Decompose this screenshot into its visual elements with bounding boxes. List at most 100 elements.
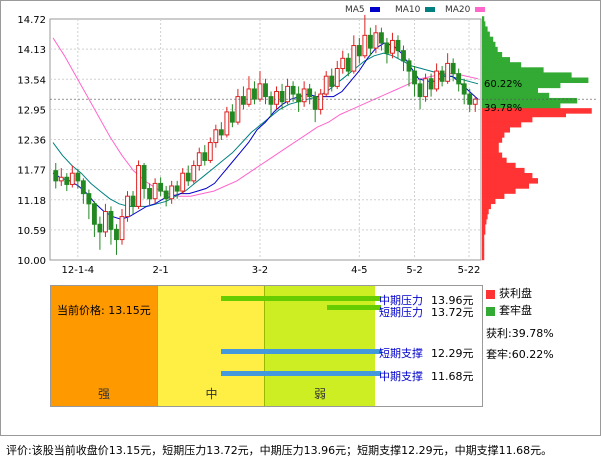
x-tick-label: 3-2 — [252, 265, 268, 276]
candle-body — [323, 75, 329, 95]
chip-bar-profit — [482, 224, 486, 230]
legend-ma5-swatch — [369, 7, 380, 12]
candle-body — [390, 39, 395, 54]
candle-body — [53, 170, 59, 182]
candle-body — [345, 57, 351, 72]
chip-bar-trapped — [482, 41, 496, 48]
candle-body — [202, 152, 208, 161]
chip-bar-profit — [482, 218, 487, 225]
chip-bar-trapped — [482, 16, 485, 22]
chip-bar-trapped — [482, 92, 550, 99]
candle-body — [274, 91, 279, 105]
candle-body — [246, 88, 252, 105]
candle-body — [69, 172, 75, 185]
candle-body — [163, 190, 169, 200]
chip-legend: 获利盘 套牢盘 获利:39.78% 套牢:60.22% — [486, 285, 596, 363]
candle-body — [439, 70, 445, 82]
short-resistance-value: 13.72元 — [431, 306, 474, 319]
candle-body — [340, 57, 346, 70]
short-support-name: 短期支撑 — [379, 347, 423, 360]
candle-body — [428, 78, 434, 90]
candle-body — [329, 75, 335, 87]
candle-body — [108, 210, 114, 230]
chip-bar-profit — [482, 127, 510, 133]
legend-ma10: MA10 — [395, 5, 436, 15]
chip-bar-profit — [482, 142, 499, 148]
chip-bar-profit — [482, 198, 496, 205]
candle-body — [384, 42, 390, 54]
candle-body — [318, 93, 324, 110]
y-tick-label: 10.00 — [17, 256, 46, 267]
trapped-legend: 套牢盘 — [486, 302, 596, 319]
chip-bar-trapped — [482, 46, 498, 53]
candle-body — [207, 142, 213, 161]
zone-mid-label: 中 — [205, 387, 218, 401]
candle-body — [445, 62, 451, 82]
short-support-bar — [221, 349, 381, 354]
chip-bar-profit — [482, 229, 486, 235]
candle-body — [224, 111, 230, 136]
chip-bar-profit — [482, 249, 485, 256]
candle-body — [268, 96, 274, 105]
chip-bar-profit — [482, 188, 516, 194]
candle-body — [334, 68, 340, 87]
chip-bar-profit — [482, 147, 499, 153]
candle-body — [169, 185, 175, 200]
candle-body — [351, 45, 357, 72]
candle-body — [130, 195, 136, 207]
x-tick-label: 5-22 — [458, 265, 481, 276]
candle-body — [356, 45, 362, 57]
chip-bar-profit — [482, 116, 533, 123]
profit-swatch — [486, 289, 495, 299]
candle-body — [373, 32, 379, 49]
mid-support-value: 11.68元 — [431, 370, 474, 383]
y-tick-label: 12.95 — [17, 105, 46, 116]
candle-body — [213, 129, 219, 144]
chip-bar-trapped — [482, 57, 510, 63]
chip-bar-trapped — [482, 51, 503, 58]
zone-weak-label: 弱 — [313, 387, 326, 401]
trapped-swatch — [486, 306, 495, 316]
chip-bar-profit — [482, 132, 505, 138]
x-tick-label: 5-2 — [406, 265, 422, 276]
mid-support-bar — [221, 371, 381, 376]
legend-ma20: MA20 — [445, 5, 486, 15]
chip-bar-trapped — [482, 62, 522, 68]
y-tick-label: 14.13 — [17, 45, 46, 56]
candle-body — [80, 180, 86, 195]
chip-bar-profit — [482, 121, 522, 128]
mid-support-level: 中期支撑 11.68元 — [379, 368, 474, 384]
candle-body — [240, 96, 246, 105]
chip-bar-profit — [482, 244, 485, 250]
candle-body — [252, 88, 257, 100]
legend-ma10-label: MA10 — [395, 5, 421, 15]
chip-bar-trapped — [482, 31, 490, 38]
candle-body — [296, 93, 302, 103]
candle-body — [472, 98, 478, 105]
candle-body — [235, 96, 241, 123]
legend-ma10-swatch — [425, 7, 436, 12]
candle-body — [191, 165, 197, 182]
chip-bar-profit — [482, 183, 530, 189]
chip-bar-profit — [482, 137, 503, 143]
zone-strong: 当前价格: 13.15元 强 — [51, 286, 157, 406]
candle-body — [290, 85, 296, 95]
candle-body — [395, 39, 401, 52]
x-tick-label: 4-5 — [351, 265, 367, 276]
short-support-level: 短期支撑 12.29元 — [379, 345, 474, 361]
current-price: 当前价格: 13.15元 — [57, 304, 151, 317]
x-tick-label: 2-1 — [152, 265, 168, 276]
legend-ma20-swatch — [475, 7, 486, 12]
candle-body — [423, 78, 428, 98]
candle-body — [174, 185, 180, 192]
profit-label: 获利盘 — [499, 287, 532, 300]
legend-ma20-label: MA20 — [445, 5, 471, 15]
short-support-value: 12.29元 — [431, 347, 474, 360]
short-resistance-level: 短期压力 13.72元 — [379, 304, 474, 320]
candle-body — [362, 34, 368, 57]
candle-body — [103, 210, 108, 233]
candle-body — [229, 111, 235, 123]
profit-value: 获利:39.78% — [486, 327, 554, 340]
mid-support-name: 中期支撑 — [379, 370, 423, 383]
y-tick-label: 11.18 — [17, 196, 46, 207]
